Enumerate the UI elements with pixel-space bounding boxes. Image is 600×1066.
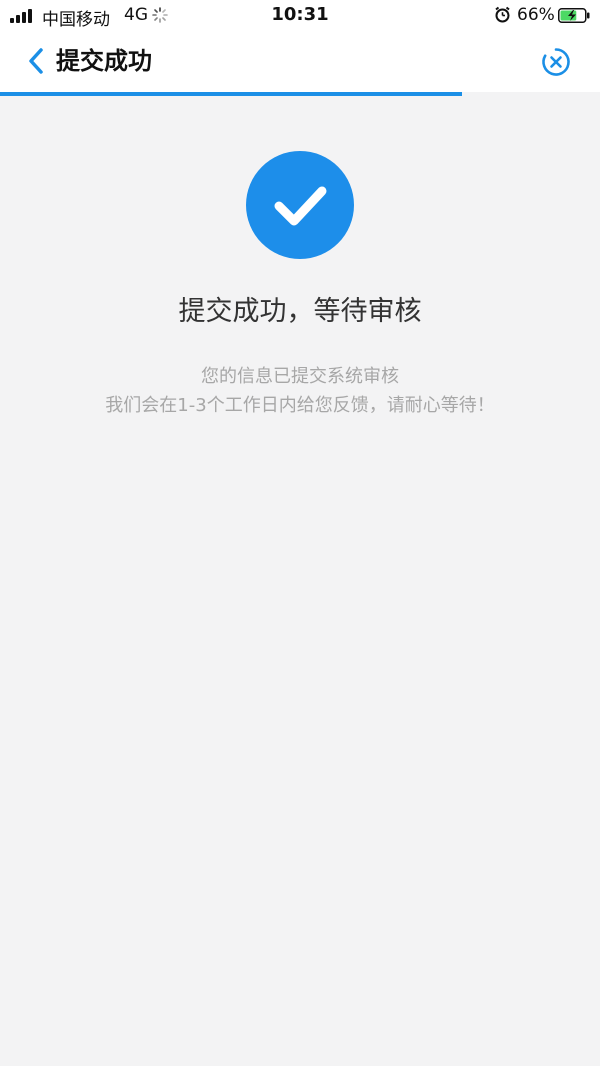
back-button[interactable] bbox=[22, 44, 52, 78]
battery-percent: 66% bbox=[517, 5, 555, 25]
result-description-line2: 我们会在1-3个工作日内给您反馈，请耐心等待！ bbox=[105, 395, 495, 416]
status-bar: 中国移动 4G 10:31 66% bbox=[0, 0, 600, 30]
result-description: 您的信息已提交系统审核 我们会在1-3个工作日内给您反馈，请耐心等待！ bbox=[0, 362, 600, 420]
check-circle-icon bbox=[246, 151, 354, 259]
page-load-progress-fill bbox=[0, 92, 462, 96]
nav-bar: 提交成功 bbox=[0, 30, 600, 92]
close-button[interactable] bbox=[540, 46, 572, 78]
alarm-icon bbox=[495, 6, 510, 23]
result-description-line1: 您的信息已提交系统审核 bbox=[201, 366, 399, 387]
page-title: 提交成功 bbox=[56, 47, 152, 75]
battery-charging-icon bbox=[558, 8, 590, 23]
result-title: 提交成功，等待审核 bbox=[178, 296, 422, 327]
page-load-progress bbox=[0, 92, 600, 96]
